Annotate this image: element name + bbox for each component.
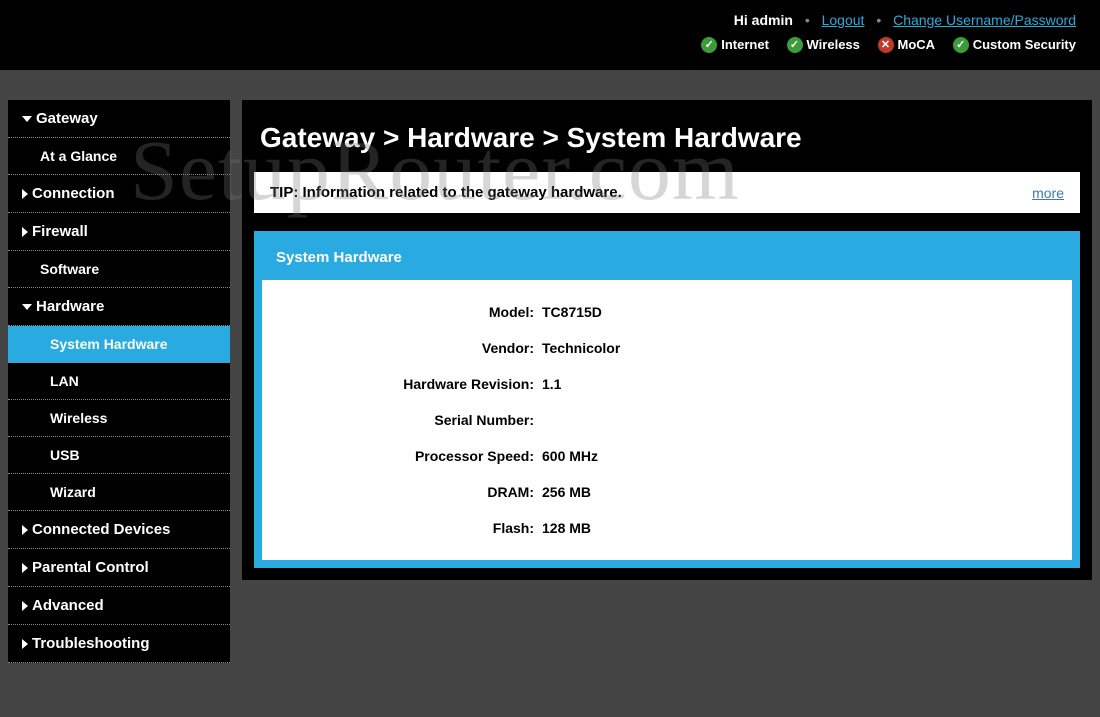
main: Gateway > Hardware > System Hardware TIP…	[242, 100, 1092, 663]
tip-bar: TIP: Information related to the gateway …	[254, 172, 1080, 213]
check-icon: ✓	[701, 37, 717, 53]
sidebar-item-lan[interactable]: LAN	[8, 363, 230, 400]
hw-label: Serial Number:	[282, 412, 542, 428]
chevron-down-icon	[22, 304, 32, 310]
sidebar: Gateway At a Glance Connection Firewall …	[8, 100, 230, 663]
status-row: ✓Internet ✓Wireless ✕MoCA ✓Custom Securi…	[24, 36, 1076, 53]
user-greeting: Hi admin	[734, 12, 793, 28]
hw-label: Vendor:	[282, 340, 542, 356]
status-moca: ✕MoCA	[878, 36, 936, 53]
sidebar-item-at-a-glance[interactable]: At a Glance	[8, 138, 230, 175]
sidebar-item-parental-control[interactable]: Parental Control	[8, 549, 230, 587]
panel-body: Model:TC8715D Vendor:Technicolor Hardwar…	[262, 280, 1072, 560]
change-credentials-link[interactable]: Change Username/Password	[893, 12, 1076, 28]
chevron-down-icon	[22, 116, 32, 122]
hw-row-hardware-revision: Hardware Revision:1.1	[282, 366, 1052, 402]
container: Gateway At a Glance Connection Firewall …	[0, 100, 1100, 663]
sidebar-item-advanced[interactable]: Advanced	[8, 587, 230, 625]
hw-value: 128 MB	[542, 520, 591, 536]
hw-value: 600 MHz	[542, 448, 598, 464]
sidebar-item-hardware[interactable]: Hardware	[8, 288, 230, 326]
hw-row-serial-number: Serial Number:	[282, 402, 1052, 438]
status-wireless: ✓Wireless	[787, 36, 860, 53]
status-custom-security: ✓Custom Security	[953, 36, 1076, 53]
chevron-right-icon	[22, 639, 28, 649]
hw-value: 256 MB	[542, 484, 591, 500]
check-icon: ✓	[787, 37, 803, 53]
status-internet: ✓Internet	[701, 36, 769, 53]
sidebar-item-gateway[interactable]: Gateway	[8, 100, 230, 138]
hw-value: Technicolor	[542, 340, 620, 356]
sidebar-item-troubleshooting[interactable]: Troubleshooting	[8, 625, 230, 663]
hw-label: Hardware Revision:	[282, 376, 542, 392]
hw-row-processor-speed: Processor Speed:600 MHz	[282, 438, 1052, 474]
chevron-right-icon	[22, 601, 28, 611]
sidebar-item-wizard[interactable]: Wizard	[8, 474, 230, 511]
header-top: Hi admin • Logout • Change Username/Pass…	[24, 12, 1076, 28]
sidebar-item-system-hardware[interactable]: System Hardware	[8, 326, 230, 363]
hw-row-model: Model:TC8715D	[282, 294, 1052, 330]
sidebar-item-software[interactable]: Software	[8, 251, 230, 288]
hw-value: 1.1	[542, 376, 561, 392]
hw-label: Flash:	[282, 520, 542, 536]
hw-label: Processor Speed:	[282, 448, 542, 464]
chevron-right-icon	[22, 563, 28, 573]
hw-label: Model:	[282, 304, 542, 320]
sidebar-item-usb[interactable]: USB	[8, 437, 230, 474]
sidebar-item-firewall[interactable]: Firewall	[8, 213, 230, 251]
logout-link[interactable]: Logout	[822, 12, 865, 28]
chevron-right-icon	[22, 525, 28, 535]
hw-value: TC8715D	[542, 304, 602, 320]
panel-header: System Hardware	[262, 239, 1072, 280]
breadcrumb: Gateway > Hardware > System Hardware	[254, 112, 1080, 172]
header: Hi admin • Logout • Change Username/Pass…	[0, 0, 1100, 70]
chevron-right-icon	[22, 227, 28, 237]
system-hardware-panel: System Hardware Model:TC8715D Vendor:Tec…	[254, 231, 1080, 568]
chevron-right-icon	[22, 189, 28, 199]
hw-label: DRAM:	[282, 484, 542, 500]
hw-row-flash: Flash:128 MB	[282, 510, 1052, 546]
sidebar-item-connection[interactable]: Connection	[8, 175, 230, 213]
sidebar-item-wireless[interactable]: Wireless	[8, 400, 230, 437]
x-icon: ✕	[878, 37, 894, 53]
hw-row-dram: DRAM:256 MB	[282, 474, 1052, 510]
main-wrap: Gateway > Hardware > System Hardware TIP…	[242, 100, 1092, 580]
sidebar-item-connected-devices[interactable]: Connected Devices	[8, 511, 230, 549]
check-icon: ✓	[953, 37, 969, 53]
tip-text: TIP: Information related to the gateway …	[270, 184, 622, 201]
more-link[interactable]: more	[1032, 185, 1064, 201]
hw-row-vendor: Vendor:Technicolor	[282, 330, 1052, 366]
